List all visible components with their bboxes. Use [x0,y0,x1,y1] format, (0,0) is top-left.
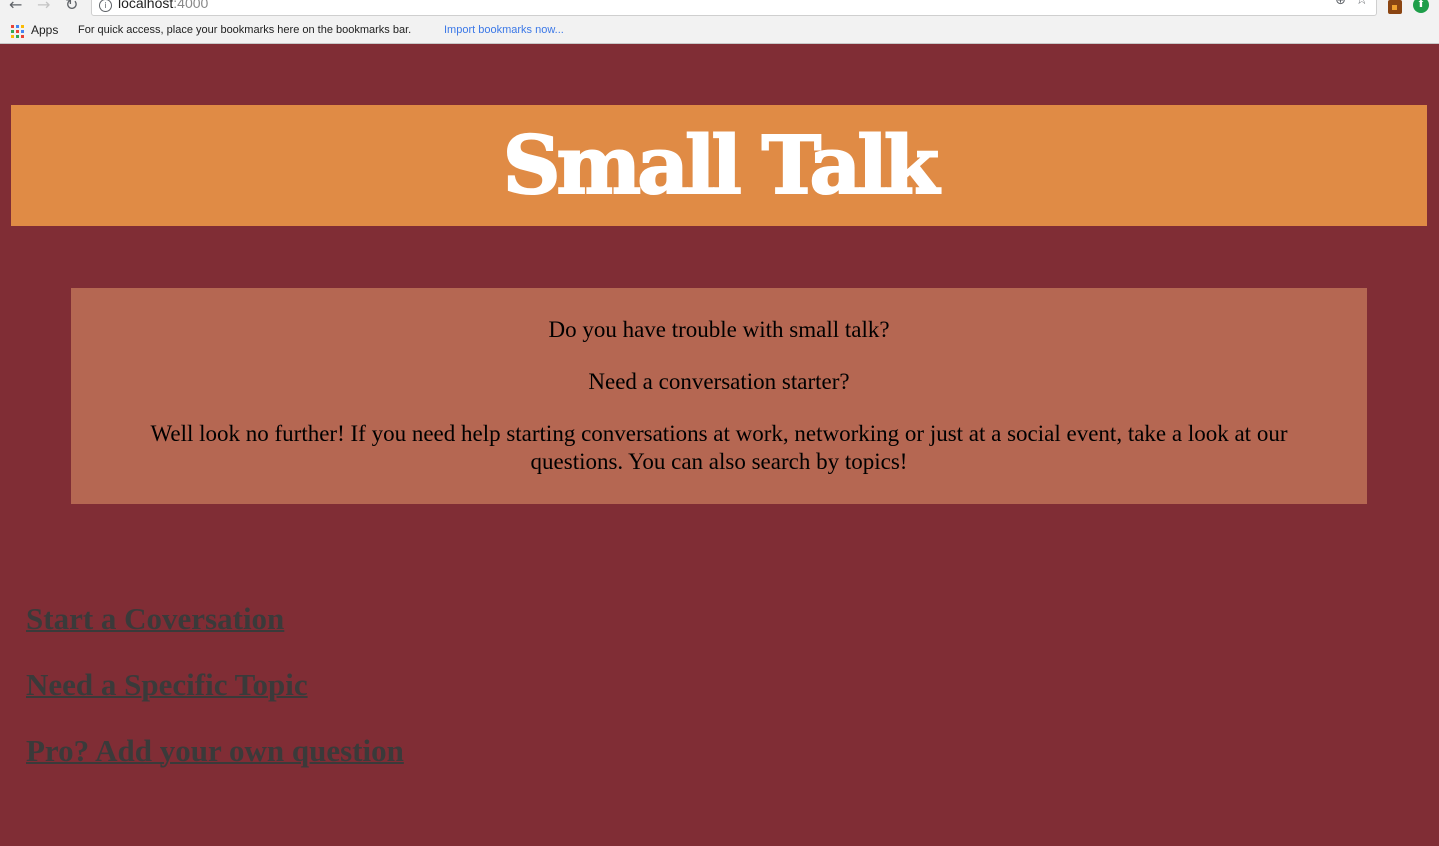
intro-body: Well look no further! If you need help s… [150,421,1288,474]
back-arrow-icon[interactable]: ← [9,0,22,14]
intro-box: Do you have trouble with small talk? Nee… [71,288,1367,504]
address-bar[interactable]: i localhost:4000 ⊕ ☆ [91,0,1377,16]
info-icon[interactable]: i [99,0,112,12]
intro-question-2: Need a conversation starter? [588,369,850,394]
apps-button[interactable]: Apps [31,23,58,37]
browser-toolbar: ← → ↻ i localhost:4000 ⊕ ☆ ⬆ [0,0,1439,18]
url-text[interactable]: localhost:4000 [118,0,208,11]
star-icon[interactable]: ☆ [1355,0,1368,8]
add-question-link[interactable]: Pro? Add your own question [26,733,404,769]
zoom-icon[interactable]: ⊕ [1335,0,1346,8]
start-conversation-link[interactable]: Start a Coversation [26,601,284,637]
import-bookmarks-link[interactable]: Import bookmarks now... [444,24,564,36]
bookmarks-info-text: For quick access, place your bookmarks h… [78,24,412,36]
header-banner: Small Talk [11,105,1427,226]
forward-arrow-icon[interactable]: → [37,0,50,14]
intro-question-1: Do you have trouble with small talk? [548,317,890,342]
update-icon[interactable]: ⬆ [1413,0,1429,13]
extension-icon[interactable] [1388,0,1402,14]
url-port: :4000 [173,0,209,11]
bookmarks-bar: Apps For quick access, place your bookma… [0,18,1439,44]
specific-topic-link[interactable]: Need a Specific Topic [26,667,308,703]
url-host: localhost [118,0,174,11]
page-title: Small Talk [502,118,940,212]
reload-icon[interactable]: ↻ [65,0,78,14]
apps-grid-icon[interactable] [11,25,24,38]
